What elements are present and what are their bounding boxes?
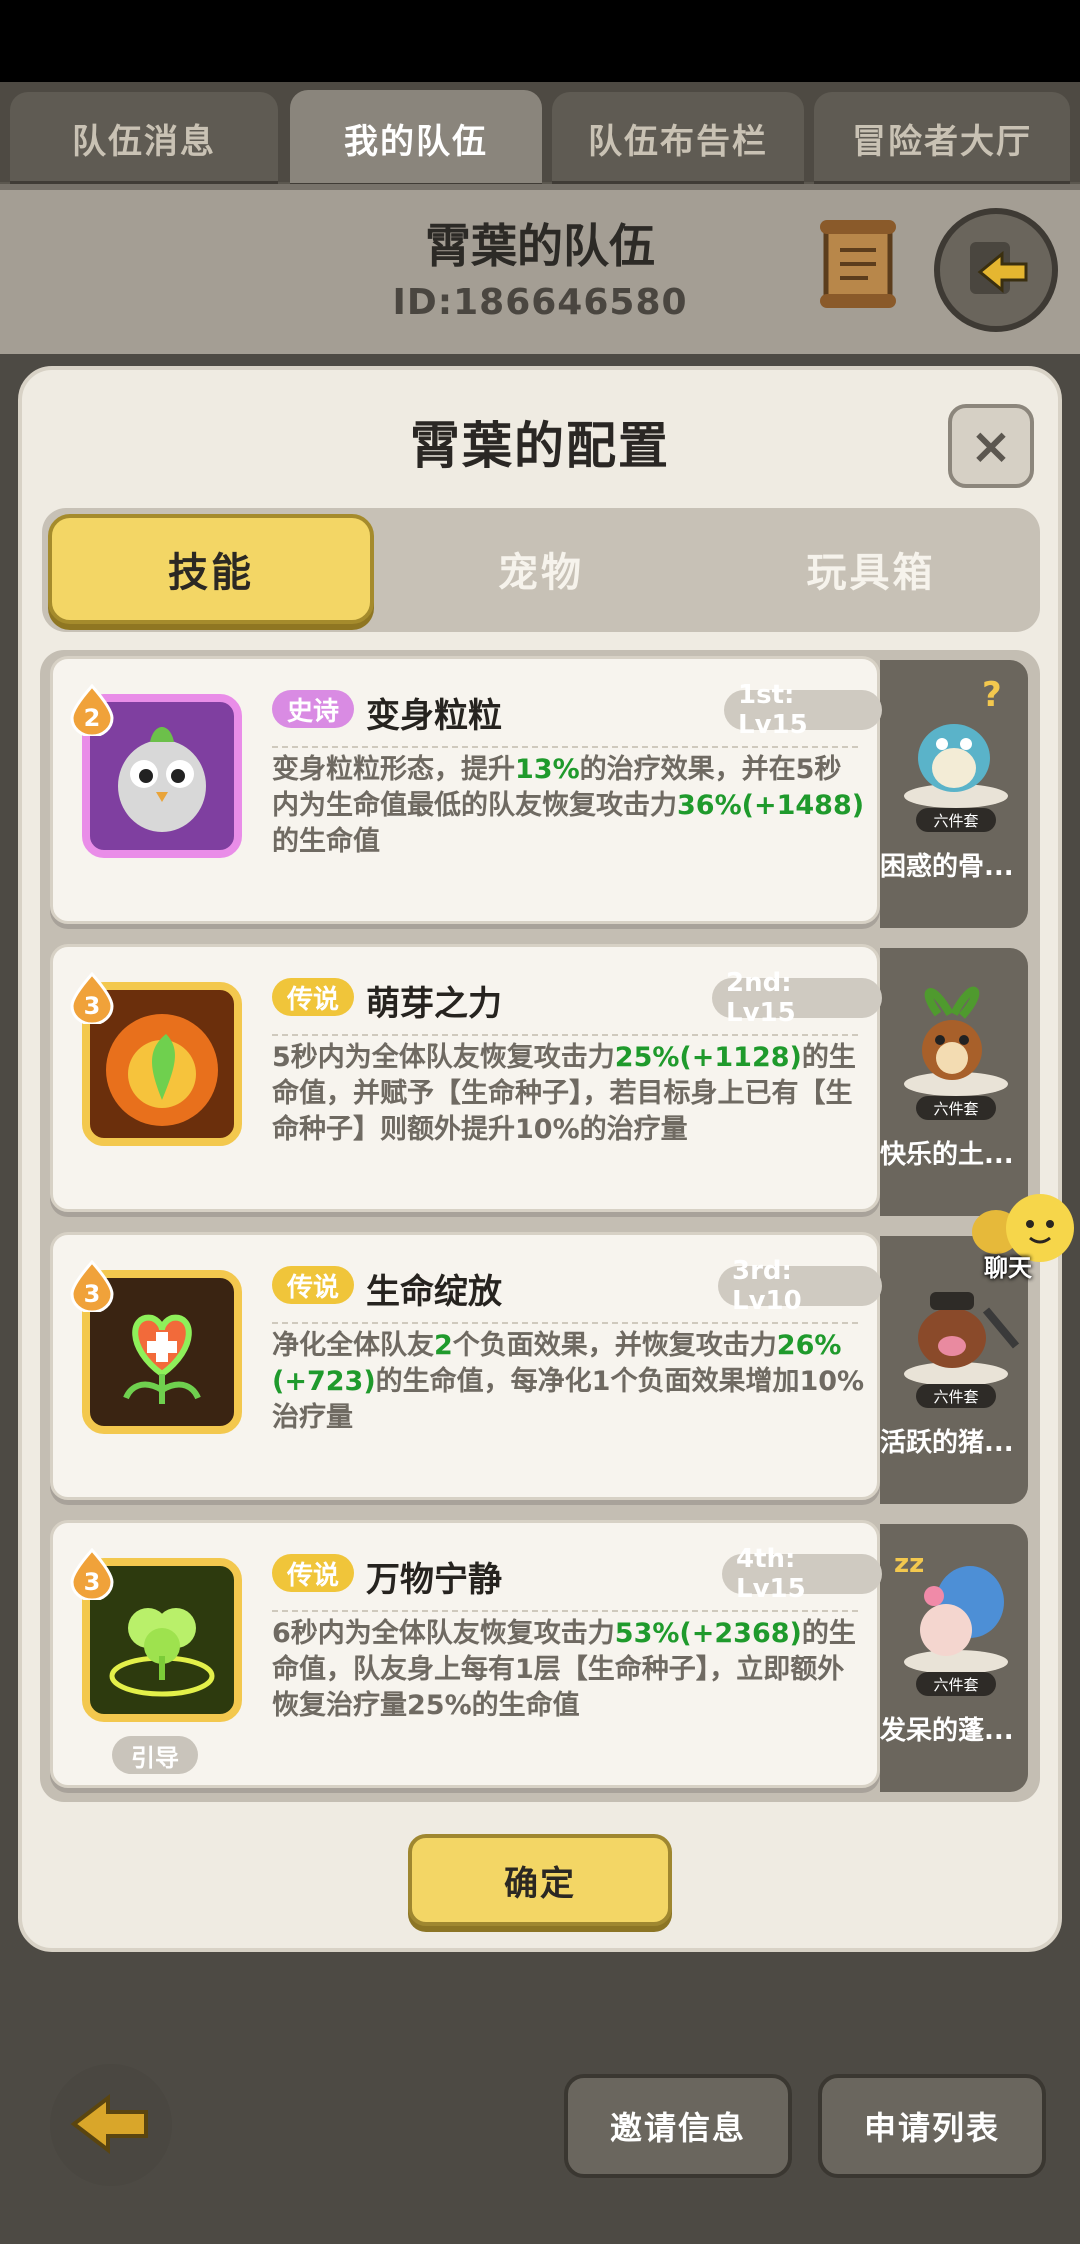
- pet-set-badge: 六件套: [916, 1384, 996, 1408]
- svg-text:3: 3: [84, 1568, 101, 1596]
- rarity-badge: 传说: [272, 1554, 354, 1592]
- team-id: ID:186646580: [392, 282, 688, 323]
- pet-set-badge: 六件套: [916, 808, 996, 832]
- close-button[interactable]: ×: [948, 404, 1034, 488]
- pet-name: 困惑的骨...: [880, 852, 1014, 882]
- skill-description: 净化全体队友2个负面效果，并恢复攻击力26%(+723)的生命值，每净化1个负面…: [272, 1330, 865, 1433]
- squirrel-pet-icon: [904, 986, 1008, 1096]
- tab-my-team[interactable]: 我的队伍: [290, 90, 542, 186]
- exit-team-button[interactable]: [934, 208, 1058, 332]
- star-level-icon: 3: [70, 972, 114, 1024]
- status-bar: [0, 0, 1080, 82]
- slot-level-badge: 3rd: Lv10: [718, 1256, 882, 1316]
- tab-team-messages[interactable]: 队伍消息: [10, 92, 278, 184]
- confirm-button[interactable]: 确定: [408, 1834, 672, 1926]
- divider: [272, 1034, 858, 1036]
- skill-description: 变身粒粒形态，提升13%的治疗效果，并在5秒内为生命值最低的队友恢复攻击力36%…: [272, 754, 865, 857]
- skill-name: 变身粒粒: [366, 696, 502, 736]
- apply-list-button[interactable]: 申请列表: [818, 2074, 1046, 2178]
- slot-level-badge: 2nd: Lv15: [712, 968, 882, 1028]
- exit-arrow-icon: [970, 242, 1028, 294]
- modal-title: 霄葉的配置: [410, 417, 670, 475]
- tab-pets[interactable]: 宠物: [378, 514, 704, 624]
- skill-name: 萌芽之力: [366, 984, 502, 1024]
- back-arrow-icon: [70, 2093, 148, 2155]
- dragon-pet-icon: ?: [904, 675, 1008, 808]
- team-name: 霄葉的队伍: [425, 219, 655, 273]
- star-level-icon: 3: [70, 1260, 114, 1312]
- divider: [272, 1322, 858, 1324]
- star-level-icon: 2: [70, 684, 114, 736]
- svg-text:2: 2: [84, 704, 101, 732]
- divider: [272, 746, 858, 748]
- rarity-badge: 史诗: [272, 690, 354, 728]
- tab-toybox[interactable]: 玩具箱: [708, 514, 1034, 624]
- tab-adventurer-hall[interactable]: 冒险者大厅: [814, 92, 1070, 184]
- skill-description: 6秒内为全体队友恢复攻击力53%(+2368)的生命值，队友身上每有1层【生命种…: [272, 1618, 856, 1721]
- svg-text:3: 3: [84, 1280, 101, 1308]
- skill-name: 万物宁静: [366, 1560, 502, 1600]
- pet-name: 快乐的土...: [880, 1140, 1014, 1170]
- skill-name: 生命绽放: [366, 1272, 502, 1312]
- rarity-badge: 传说: [272, 1266, 354, 1304]
- pet-set-badge: 六件套: [916, 1096, 996, 1120]
- divider: [272, 1610, 858, 1612]
- slot-level-badge: 1st: Lv15: [724, 680, 882, 740]
- pet-name: 发呆的蓬...: [880, 1716, 1014, 1746]
- chat-label: 聊天: [984, 1254, 1032, 1282]
- back-button[interactable]: [50, 2064, 172, 2186]
- svg-text:zz: zz: [894, 1549, 924, 1579]
- slot-level-badge: 4th: Lv15: [722, 1544, 882, 1604]
- channel-tag: 引导: [112, 1736, 198, 1774]
- svg-text:3: 3: [84, 992, 101, 1020]
- tab-skills[interactable]: 技能: [48, 514, 374, 624]
- scroll-icon[interactable]: [818, 216, 898, 312]
- pet-set-badge: 六件套: [916, 1672, 996, 1696]
- svg-text:?: ?: [982, 675, 1002, 715]
- star-level-icon: 3: [70, 1548, 114, 1600]
- invite-info-button[interactable]: 邀请信息: [564, 2074, 792, 2178]
- tab-team-board[interactable]: 队伍布告栏: [552, 92, 804, 184]
- skill-description: 5秒内为全体队友恢复攻击力25%(+1128)的生命值，并赋予【生命种子】，若目…: [272, 1042, 856, 1145]
- blue-pet-icon: zz: [894, 1549, 1008, 1674]
- pet-name: 活跃的猪...: [880, 1428, 1014, 1458]
- rarity-badge: 传说: [272, 978, 354, 1016]
